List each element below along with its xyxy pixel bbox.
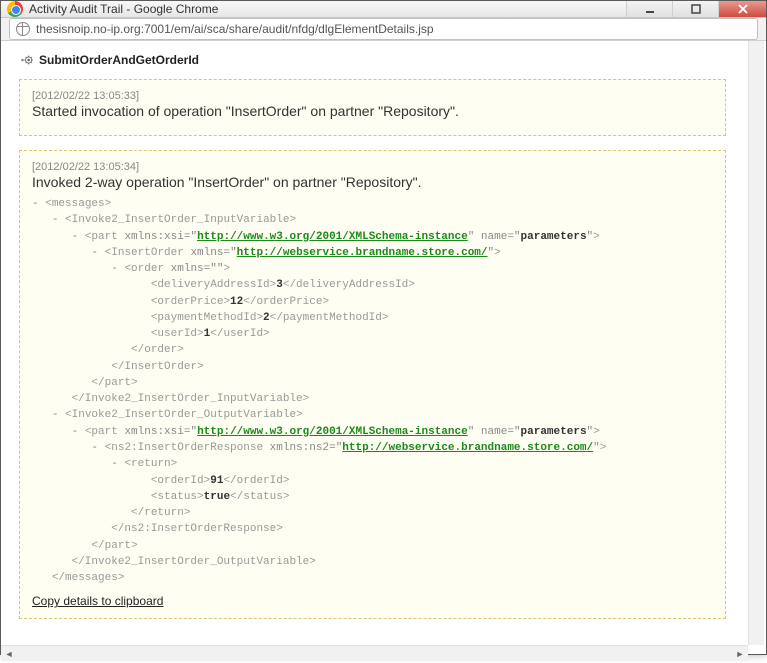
xml-payload: - <messages> - <Invoke2_InsertOrder_Inpu… xyxy=(32,196,713,586)
chrome-icon xyxy=(7,1,23,17)
window-title: Activity Audit Trail - Google Chrome xyxy=(29,2,626,16)
xsi-link[interactable]: http://www.w3.org/2001/XMLSchema-instanc… xyxy=(197,426,468,438)
log-panel-1: [2012/02/22 13:05:33] Started invocation… xyxy=(19,79,726,136)
close-button[interactable] xyxy=(718,1,766,17)
content-wrapper: SubmitOrderAndGetOrderId [2012/02/22 13:… xyxy=(1,41,766,663)
xsi-link[interactable]: http://www.w3.org/2001/XMLSchema-instanc… xyxy=(197,231,468,243)
timestamp: [2012/02/22 13:05:34] xyxy=(32,161,713,173)
log-panel-2: [2012/02/22 13:05:34] Invoked 2-way oper… xyxy=(19,150,726,619)
copy-to-clipboard-link[interactable]: Copy details to clipboard xyxy=(32,594,163,608)
log-message: Invoked 2-way operation "InsertOrder" on… xyxy=(32,174,713,190)
activity-title: SubmitOrderAndGetOrderId xyxy=(39,53,199,67)
address-bar: thesisnoip.no-ip.org:7001/em/ai/sca/shar… xyxy=(1,18,766,41)
activity-header: SubmitOrderAndGetOrderId xyxy=(19,53,726,67)
url-text: thesisnoip.no-ip.org:7001/em/ai/sca/shar… xyxy=(36,22,434,36)
ws-link[interactable]: http://webservice.brandname.store.com/ xyxy=(237,247,488,259)
horizontal-scrollbar[interactable]: ◄ ► xyxy=(1,645,748,661)
log-message: Started invocation of operation "InsertO… xyxy=(32,103,713,119)
vertical-scrollbar[interactable] xyxy=(748,41,764,645)
globe-icon xyxy=(16,22,30,36)
window-buttons xyxy=(626,1,766,17)
minimize-button[interactable] xyxy=(626,1,672,17)
scroll-left-arrow[interactable]: ◄ xyxy=(1,646,17,662)
timestamp: [2012/02/22 13:05:33] xyxy=(32,90,713,102)
browser-window: Activity Audit Trail - Google Chrome the… xyxy=(0,0,767,655)
window-titlebar: Activity Audit Trail - Google Chrome xyxy=(1,1,766,18)
ws-link[interactable]: http://webservice.brandname.store.com/ xyxy=(342,442,593,454)
scroll-right-arrow[interactable]: ► xyxy=(732,646,748,662)
gear-icon xyxy=(19,53,33,67)
page-content: SubmitOrderAndGetOrderId [2012/02/22 13:… xyxy=(1,41,748,645)
url-input[interactable]: thesisnoip.no-ip.org:7001/em/ai/sca/shar… xyxy=(9,18,758,40)
maximize-button[interactable] xyxy=(672,1,718,17)
